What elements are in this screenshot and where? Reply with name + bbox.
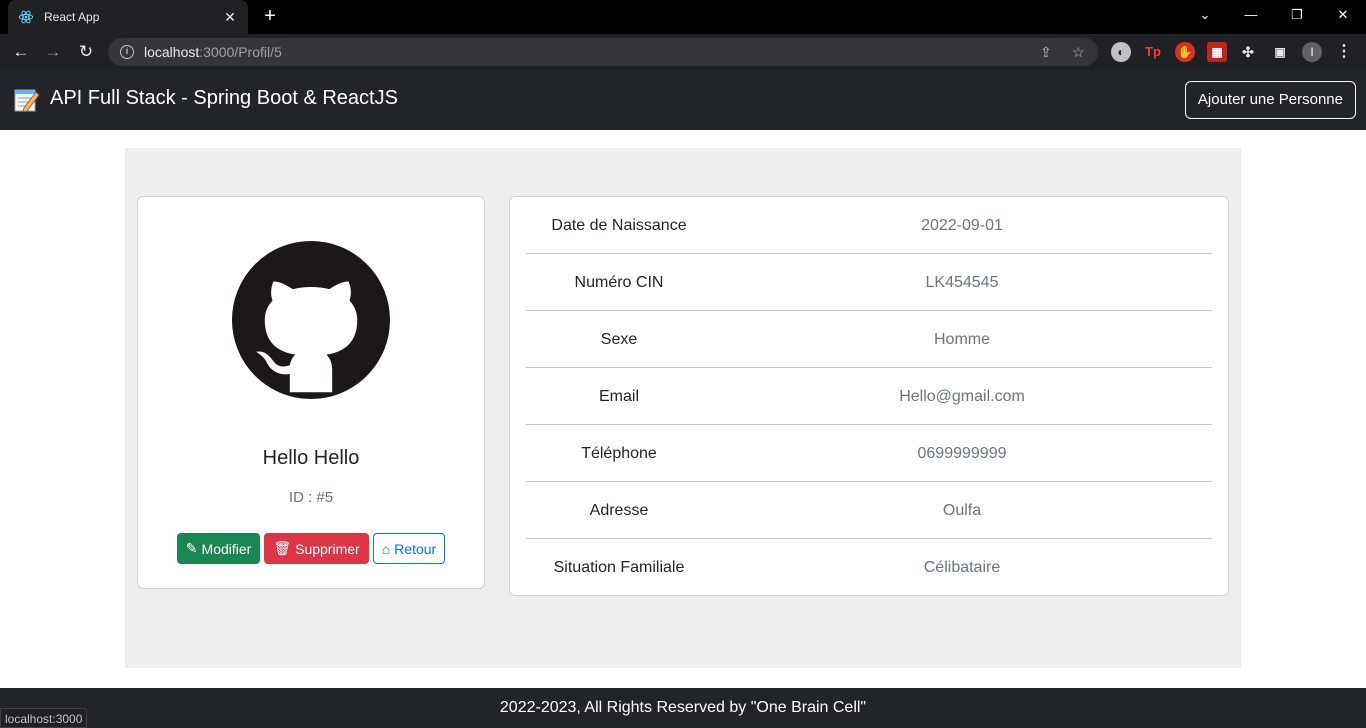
back-button-label: Retour [394, 540, 437, 557]
restore-icon[interactable]: ❐ [1274, 0, 1320, 30]
detail-row-cin: Numéro CIN LK454545 [526, 254, 1212, 311]
new-tab-icon[interactable]: + [258, 4, 282, 28]
profile-card: Hello Hello ID : #5 ✎ Modifier 🗑 Supprim… [137, 196, 485, 589]
tab-search-icon[interactable]: ⌄ [1182, 0, 1228, 30]
details-card: Date de Naissance 2022-09-01 Numéro CIN … [509, 196, 1229, 596]
detail-value: LK454545 [925, 274, 999, 291]
close-tab-icon[interactable]: ✕ [222, 9, 238, 26]
delete-button[interactable]: 🗑 Supprimer [264, 533, 369, 564]
browser-toolbar: ← → ↻ i localhost :3000/Profil/5 ⇪ ☆ ◐ T… [0, 34, 1366, 70]
detail-value: Hello@gmail.com [899, 388, 1025, 405]
detail-label: Email [598, 388, 639, 405]
edit-button[interactable]: ✎ Modifier [176, 533, 261, 564]
edit-icon: ✎ [185, 540, 198, 556]
detail-label: Sexe [600, 331, 638, 348]
detail-label: Situation Familiale [553, 559, 685, 576]
site-info-icon[interactable]: i [120, 45, 134, 59]
trash-icon: 🗑 [273, 540, 292, 556]
detail-row-email: Email Hello@gmail.com [526, 368, 1212, 425]
detail-label: Date de Naissance [551, 217, 687, 234]
tab-title: React App [44, 10, 100, 24]
edit-button-label: Modifier [201, 540, 252, 557]
extension-stop-icon[interactable]: ✋ [1175, 42, 1195, 62]
app-navbar: API Full Stack - Spring Boot & ReactJS A… [0, 70, 1366, 130]
profile-actions: ✎ Modifier 🗑 Supprimer ⌂ Retour [138, 533, 484, 564]
detail-row-address: Adresse Oulfa [526, 482, 1212, 539]
forward-arrow-icon[interactable]: → [40, 40, 66, 64]
minimize-icon[interactable]: — [1228, 0, 1274, 30]
extension-tp-icon[interactable]: Tp [1143, 42, 1163, 62]
profile-id: ID : #5 [288, 489, 334, 506]
url-host: localhost [144, 44, 200, 60]
share-icon[interactable]: ⇪ [1040, 38, 1052, 66]
home-icon: ⌂ [381, 540, 391, 557]
url-path: :3000/Profil/5 [199, 44, 282, 60]
back-button[interactable]: ⌂ Retour [372, 533, 446, 564]
bookmark-star-icon[interactable]: ☆ [1072, 38, 1085, 66]
detail-value: Oulfa [942, 502, 982, 519]
detail-value: 0699999999 [917, 445, 1007, 462]
delete-button-label: Supprimer [295, 540, 360, 557]
memo-icon [14, 89, 40, 113]
detail-value: Célibataire [923, 559, 1001, 576]
extensions-puzzle-icon[interactable]: ✣ [1238, 42, 1258, 62]
back-arrow-icon[interactable]: ← [8, 40, 34, 64]
detail-value: Homme [933, 331, 990, 348]
react-icon [18, 10, 34, 24]
detail-row-birthdate: Date de Naissance 2022-09-01 [526, 197, 1212, 254]
detail-row-phone: Téléphone 0699999999 [526, 425, 1212, 482]
detail-row-marital-status: Situation Familiale Célibataire [526, 539, 1212, 596]
reload-icon[interactable]: ↻ [73, 40, 99, 64]
browser-menu-icon[interactable]: ⋮ [1334, 42, 1354, 62]
extension-red-icon[interactable]: ▦ [1207, 42, 1227, 62]
close-window-icon[interactable]: ✕ [1320, 0, 1366, 30]
profile-name: Hello Hello [262, 447, 360, 469]
address-bar[interactable]: i localhost :3000/Profil/5 ⇪ ☆ [108, 38, 1098, 66]
detail-row-sex: Sexe Homme [526, 311, 1212, 368]
detail-label: Téléphone [581, 445, 657, 462]
detail-label: Numéro CIN [574, 274, 664, 291]
main-content: Hello Hello ID : #5 ✎ Modifier 🗑 Supprim… [125, 148, 1241, 668]
app-brand-title[interactable]: API Full Stack - Spring Boot & ReactJS [50, 87, 398, 110]
github-avatar-icon [232, 241, 390, 399]
page-footer: 2022-2023, All Rights Reserved by "One B… [0, 688, 1366, 728]
extension-icon[interactable]: ◐ [1111, 42, 1131, 62]
status-url-bubble: localhost:3000 [0, 708, 88, 728]
detail-value: 2022-09-01 [921, 217, 1003, 234]
add-person-button[interactable]: Ajouter une Personne [1184, 81, 1356, 119]
detail-label: Adresse [589, 502, 649, 519]
profile-avatar[interactable]: I [1302, 42, 1322, 62]
browser-tab-bar: React App ✕ + ⌄ — ❐ ✕ [0, 0, 1366, 34]
side-panel-icon[interactable]: ▣ [1270, 42, 1290, 62]
browser-tab[interactable]: React App ✕ [8, 0, 248, 34]
